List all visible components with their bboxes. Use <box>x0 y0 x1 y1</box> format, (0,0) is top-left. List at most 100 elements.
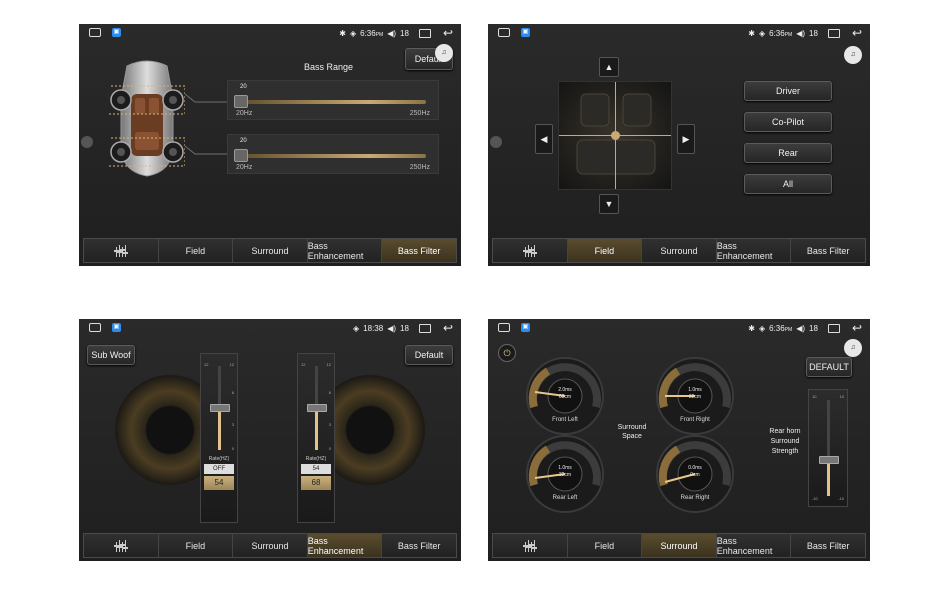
frequency-value[interactable]: 68 <box>301 476 331 490</box>
volume-level: 18 <box>400 28 409 38</box>
rate-box[interactable]: 54 <box>301 464 331 474</box>
bluetooth-icon: ✱ <box>339 28 346 38</box>
window-icon[interactable] <box>418 28 431 38</box>
delay-gauge-front-left[interactable]: 2.0ms 68cm <box>524 355 606 437</box>
clock: 6:36PM <box>360 28 384 38</box>
sound-effect-icon[interactable]: ♫ <box>844 339 862 357</box>
tab-bass-enhancement[interactable]: Bass Enhancement <box>307 534 383 557</box>
tab-field[interactable]: Field <box>158 239 234 262</box>
slider-track[interactable] <box>236 154 426 158</box>
slider-knob[interactable] <box>307 404 327 412</box>
sound-effect-icon[interactable]: ♫ <box>844 46 862 64</box>
slider-max-label: 250Hz <box>409 164 430 171</box>
tab-bass-enhancement[interactable]: Bass Enhancement <box>716 239 792 262</box>
tab-bar: Field Surround Bass Enhancement Bass Fil… <box>492 533 866 558</box>
tab-bass-filter[interactable]: Bass Filter <box>791 239 865 262</box>
gauge-delay: 0.0ms <box>688 465 702 471</box>
frequency-value[interactable]: 54 <box>204 476 234 490</box>
slider-knob[interactable] <box>234 95 248 108</box>
screen-surround: ▣ ✱ ◈ 6:36PM ◀) 18 ↩ ♫ ⏻ DEFAULT 2.0ms 68… <box>488 319 870 561</box>
back-icon[interactable]: ↩ <box>443 27 453 39</box>
driver-button[interactable]: Driver <box>744 81 832 101</box>
delay-gauge-front-right[interactable]: 1.0ms 32cm <box>654 355 736 437</box>
side-handle[interactable] <box>81 136 93 148</box>
all-button[interactable]: All <box>744 174 832 194</box>
rear-button[interactable]: Rear <box>744 143 832 163</box>
bass-range-slider-2: 20 20Hz 250Hz <box>227 134 439 174</box>
window-icon[interactable] <box>418 323 431 333</box>
tab-field[interactable]: Field <box>158 534 234 557</box>
home-icon[interactable] <box>89 323 101 332</box>
app-icon[interactable]: ▣ <box>521 323 530 332</box>
status-right: ✱ ◈ 6:36PM ◀) 18 ↩ <box>748 27 862 39</box>
slider-knob[interactable] <box>234 149 248 162</box>
tab-bass-filter[interactable]: Bass Filter <box>382 534 456 557</box>
tab-field[interactable]: Field <box>567 239 643 262</box>
slider-max-label: 250Hz <box>409 110 430 117</box>
slider-fill <box>218 408 221 450</box>
seat-position-pad[interactable] <box>558 81 672 190</box>
side-handle[interactable] <box>490 136 502 148</box>
window-icon[interactable] <box>827 323 840 333</box>
volume-level: 18 <box>809 323 818 333</box>
home-icon[interactable] <box>498 28 510 37</box>
volume-icon[interactable]: ◀) <box>796 324 805 333</box>
rate-box[interactable]: OFF <box>204 464 234 474</box>
gauge-label: Rear Right <box>680 495 710 501</box>
tab-equalizer[interactable] <box>84 239 159 262</box>
slider-knob[interactable] <box>210 404 230 412</box>
home-icon[interactable] <box>498 323 510 332</box>
back-icon[interactable]: ↩ <box>443 322 453 334</box>
sound-effect-icon[interactable]: ♫ <box>435 44 453 62</box>
gauge-distance: 32cm <box>688 394 702 400</box>
gauge-distance: 0cm <box>690 472 700 478</box>
clock: 6:36PM <box>769 323 793 333</box>
co-pilot-button[interactable]: Co-Pilot <box>744 112 832 132</box>
tab-bar: Field Surround Bass Enhancement Bass Fil… <box>492 238 866 263</box>
tab-bass-filter[interactable]: Bass Filter <box>382 239 456 262</box>
gauge-value: 0.0ms 0cm <box>681 465 709 479</box>
volume-icon[interactable]: ◀) <box>387 29 396 38</box>
arrow-right-button[interactable]: ▶ <box>677 124 695 154</box>
screen-field: ▣ ✱ ◈ 6:36PM ◀) 18 ↩ ♫ ▲ ▼ ◀ ▶ Driver Co… <box>488 24 870 266</box>
bluetooth-icon: ✱ <box>748 323 755 333</box>
tab-equalizer[interactable] <box>84 534 159 557</box>
tab-bass-enhancement[interactable]: Bass Enhancement <box>307 239 383 262</box>
tab-surround[interactable]: Surround <box>642 239 717 262</box>
arrow-up-button[interactable]: ▲ <box>599 57 619 77</box>
tab-equalizer[interactable] <box>493 239 568 262</box>
delay-gauge-rear-right[interactable]: 0.0ms 0cm <box>654 433 736 515</box>
volume-icon[interactable]: ◀) <box>387 324 396 333</box>
back-icon[interactable]: ↩ <box>852 27 862 39</box>
tab-bass-filter[interactable]: Bass Filter <box>791 534 865 557</box>
slider-track[interactable] <box>236 100 426 104</box>
sub-woof-button[interactable]: Sub Woof <box>87 345 135 365</box>
slider-knob[interactable] <box>819 456 839 464</box>
tab-surround[interactable]: Surround <box>233 239 308 262</box>
slider-min-label: 20Hz <box>236 110 253 117</box>
tab-equalizer[interactable] <box>493 534 568 557</box>
listening-position-marker[interactable] <box>611 131 620 140</box>
slider-fill <box>315 408 318 450</box>
tab-surround[interactable]: Surround <box>642 534 717 557</box>
power-icon[interactable]: ⏻ <box>498 344 516 362</box>
arrow-left-button[interactable]: ◀ <box>535 124 553 154</box>
tab-bass-enhancement[interactable]: Bass Enhancement <box>716 534 792 557</box>
window-icon[interactable] <box>827 28 840 38</box>
scale-top-label: 12 <box>326 362 331 367</box>
app-icon[interactable]: ▣ <box>521 28 530 37</box>
delay-gauge-rear-left[interactable]: 1.0ms 32cm <box>524 433 606 515</box>
volume-icon[interactable]: ◀) <box>796 29 805 38</box>
car-signal-icon: ◈ <box>758 323 766 333</box>
app-icon[interactable]: ▣ <box>112 323 121 332</box>
tab-surround[interactable]: Surround <box>233 534 308 557</box>
back-icon[interactable]: ↩ <box>852 322 862 334</box>
status-right: ◈ 18:38 ◀) 18 ↩ <box>353 322 453 334</box>
default-button[interactable]: DEFAULT <box>806 357 852 377</box>
default-button[interactable]: Default <box>405 345 453 365</box>
home-icon[interactable] <box>89 28 101 37</box>
app-icon[interactable]: ▣ <box>112 28 121 37</box>
tab-field[interactable]: Field <box>567 534 643 557</box>
arrow-down-button[interactable]: ▼ <box>599 194 619 214</box>
gauge-label: Front Left <box>552 417 578 423</box>
